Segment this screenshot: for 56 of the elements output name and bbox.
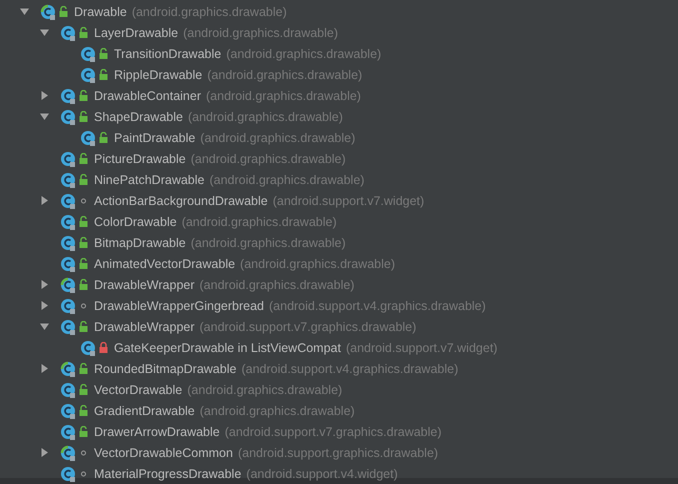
package-name: (android.support.graphics.drawable) bbox=[238, 446, 438, 460]
expand-arrow-icon[interactable] bbox=[40, 91, 49, 100]
package-name: (android.graphics.drawable) bbox=[207, 68, 362, 82]
class-name[interactable]: PictureDrawable bbox=[94, 152, 186, 166]
class-name[interactable]: VectorDrawableCommon bbox=[94, 446, 233, 460]
package-name: (android.support.v4.graphics.drawable) bbox=[269, 298, 486, 312]
class-name[interactable]: TransitionDrawable bbox=[114, 46, 222, 60]
class-name[interactable]: DrawerArrowDrawable bbox=[94, 424, 220, 438]
package-name: (android.support.v7.widget) bbox=[346, 340, 498, 354]
package-name: (android.graphics.drawable) bbox=[200, 278, 354, 292]
class-name[interactable]: GateKeeperDrawable in ListViewCompat bbox=[114, 340, 341, 354]
class-name[interactable]: PaintDrawable bbox=[114, 130, 196, 144]
expand-arrow-icon[interactable] bbox=[40, 448, 49, 457]
class-name[interactable]: AnimatedVectorDrawable bbox=[94, 256, 236, 270]
package-name: (android.graphics.drawable) bbox=[200, 404, 355, 418]
package-name: (android.support.v7.widget) bbox=[272, 194, 424, 208]
package-name: (android.graphics.drawable) bbox=[188, 110, 343, 124]
package-name: (android.graphics.drawable) bbox=[182, 214, 337, 228]
class-name[interactable]: DrawableWrapperGingerbread bbox=[94, 298, 264, 312]
class-name[interactable]: LayerDrawable bbox=[94, 26, 178, 40]
package-name: (android.graphics.drawable) bbox=[190, 236, 346, 250]
class-name[interactable]: DrawableContainer bbox=[94, 88, 202, 102]
class-name[interactable]: Drawable bbox=[74, 4, 127, 18]
class-name[interactable]: MaterialProgressDrawable bbox=[94, 466, 242, 480]
package-name: (android.support.v4.widget) bbox=[246, 466, 398, 480]
expand-arrow-icon[interactable] bbox=[40, 301, 49, 310]
package-name: (android.support.v7.graphics.drawable) bbox=[224, 424, 442, 438]
expand-arrow-icon[interactable] bbox=[40, 364, 49, 373]
package-name: (android.graphics.drawable) bbox=[206, 88, 361, 102]
class-name[interactable]: GradientDrawable bbox=[94, 404, 195, 418]
expand-arrow-icon[interactable] bbox=[40, 280, 49, 289]
class-name[interactable]: DrawableWrapper bbox=[94, 278, 195, 292]
expand-arrow-icon[interactable] bbox=[40, 196, 49, 205]
package-name: (android.graphics.drawable) bbox=[200, 130, 356, 144]
class-name[interactable]: RoundedBitmapDrawable bbox=[94, 362, 236, 376]
package-name: (android.support.v4.graphics.drawable) bbox=[241, 362, 458, 376]
package-name: (android.support.v7.graphics.drawable) bbox=[200, 320, 416, 334]
collapse-arrow-icon[interactable] bbox=[20, 7, 29, 16]
class-name[interactable]: DrawableWrapper bbox=[94, 320, 195, 334]
class-name[interactable]: RippleDrawable bbox=[114, 68, 202, 82]
package-name: (android.graphics.drawable) bbox=[209, 172, 364, 186]
class-name[interactable]: ActionBarBackgroundDrawable bbox=[94, 194, 268, 208]
package-name: (android.graphics.drawable) bbox=[240, 256, 395, 270]
class-name[interactable]: NinePatchDrawable bbox=[94, 172, 204, 186]
package-name: (android.graphics.drawable) bbox=[190, 152, 346, 166]
class-name[interactable]: VectorDrawable bbox=[94, 382, 182, 396]
package-name: (android.graphics.drawable) bbox=[132, 4, 287, 18]
collapse-arrow-icon[interactable] bbox=[40, 28, 49, 37]
class-name[interactable]: ColorDrawable bbox=[94, 214, 177, 228]
class-name[interactable]: BitmapDrawable bbox=[94, 236, 186, 250]
package-name: (android.graphics.drawable) bbox=[183, 26, 338, 40]
package-name: (android.graphics.drawable) bbox=[226, 46, 382, 60]
collapse-arrow-icon[interactable] bbox=[40, 322, 49, 331]
package-name: (android.graphics.drawable) bbox=[187, 382, 342, 396]
collapse-arrow-icon[interactable] bbox=[40, 112, 49, 121]
class-name[interactable]: ShapeDrawable bbox=[94, 110, 183, 124]
